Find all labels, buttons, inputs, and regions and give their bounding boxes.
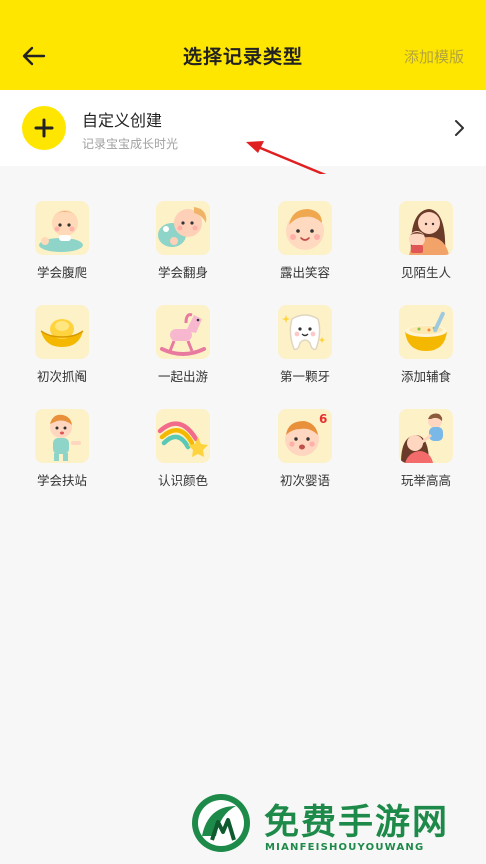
record-item-food[interactable]: 添加辅食 — [381, 278, 471, 384]
watermark-title: 免费手游网 — [264, 802, 450, 843]
watermark: 免费手游网 MIANFEISHOUYOUWANG — [190, 790, 480, 860]
record-item-tooth[interactable]: 第一颗牙 — [260, 278, 350, 384]
record-item-speech[interactable]: 6 初次婴语 — [260, 382, 350, 488]
chevron-right-icon — [452, 118, 468, 138]
plus-icon — [22, 106, 66, 150]
record-item-colors[interactable]: 认识颜色 — [138, 382, 228, 488]
record-item-stranger[interactable]: 见陌生人 — [381, 174, 471, 280]
record-item-outing[interactable]: 一起出游 — [138, 278, 228, 384]
record-item-roll[interactable]: 学会翻身 — [138, 174, 228, 280]
rolling-baby-icon — [156, 201, 210, 255]
record-label: 初次婴语 — [279, 473, 330, 488]
food-bowl-icon — [399, 305, 453, 359]
smiling-baby-icon — [278, 201, 332, 255]
record-item-crawl[interactable]: 学会腹爬 — [17, 174, 107, 280]
custom-create-subtitle: 记录宝宝成长时光 — [82, 137, 179, 151]
standing-baby-icon — [35, 409, 89, 463]
site-logo-icon — [190, 792, 252, 854]
mother-baby-icon — [399, 201, 453, 255]
record-type-grid: 学会腹爬 学会翻身 露出笑容 见陌生人 初次抓阄 一起出游 第一颗牙 添加辅食 … — [0, 174, 486, 864]
custom-create-row[interactable]: 自定义创建 记录宝宝成长时光 — [0, 90, 486, 166]
tooth-icon — [278, 305, 332, 359]
lifting-baby-icon — [399, 409, 453, 463]
crawling-baby-icon — [35, 201, 89, 255]
svg-text:6: 6 — [319, 412, 327, 426]
record-item-stand[interactable]: 学会扶站 — [17, 382, 107, 488]
record-item-smile[interactable]: 露出笑容 — [260, 174, 350, 280]
record-item-zhuajiu[interactable]: 初次抓阄 — [17, 278, 107, 384]
record-label: 认识颜色 — [157, 473, 208, 488]
custom-create-title: 自定义创建 — [82, 111, 163, 130]
record-label: 学会扶站 — [36, 473, 87, 488]
record-item-lift[interactable]: 玩举高高 — [381, 382, 471, 488]
gold-ingot-icon — [35, 305, 89, 359]
watermark-subtitle: MIANFEISHOUYOUWANG — [265, 842, 425, 853]
add-template-button[interactable]: 添加模版 — [404, 46, 464, 67]
top-bar: 选择记录类型 添加模版 — [0, 0, 486, 90]
rainbow-star-icon — [156, 409, 210, 463]
record-label: 玩举高高 — [400, 473, 451, 488]
talking-baby-icon: 6 — [278, 409, 332, 463]
rocking-horse-icon — [156, 305, 210, 359]
